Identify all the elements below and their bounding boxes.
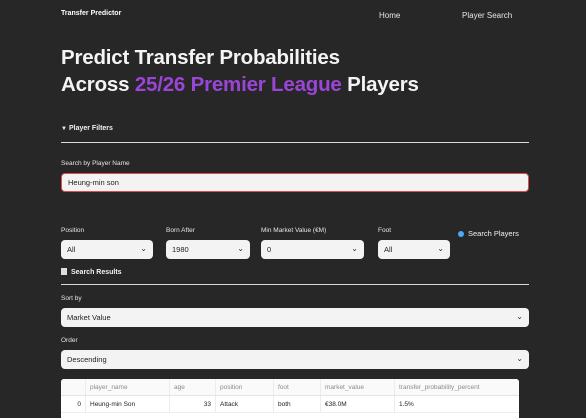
min-market-value-value: 0 (267, 245, 272, 254)
table-header: player_name age position foot market_val… (61, 379, 519, 396)
results-table[interactable]: player_name age position foot market_val… (61, 379, 519, 418)
cell-age: 33 (170, 396, 216, 412)
caret-down-icon: ▼ (61, 126, 67, 132)
page-title-line1: Predict Transfer Probabilities (61, 46, 340, 69)
chevron-down-icon: ⌄ (516, 312, 523, 321)
cell-position: Attack (216, 396, 274, 412)
chevron-down-icon: ⌄ (140, 244, 147, 253)
chevron-down-icon: ⌄ (351, 244, 358, 253)
sort-by-label: Sort by (61, 295, 82, 302)
player-filters-expander[interactable]: ▼ Player Filters (61, 125, 529, 143)
document-icon (61, 268, 67, 275)
search-results-heading: Search Results (61, 268, 529, 285)
chevron-down-icon: ⌄ (237, 244, 244, 253)
order-value: Descending (67, 355, 107, 364)
position-label: Position (61, 227, 85, 234)
player-name-input[interactable]: Heung-min son (61, 173, 529, 192)
foot-label: Foot (378, 227, 392, 234)
min-market-value-label: Min Market Value (€M) (261, 227, 327, 234)
position-select[interactable]: All ⌄ (61, 240, 153, 259)
born-after-input[interactable]: 1980 ⌄ (166, 240, 250, 259)
search-players-button[interactable]: Search Players (458, 229, 519, 238)
nav-home-link[interactable]: Home (379, 11, 400, 20)
order-select[interactable]: Descending ⌄ (61, 350, 529, 369)
column-header-position[interactable]: position (216, 379, 274, 395)
cell-player-name: Heung-min Son (86, 396, 170, 412)
order-label: Order (61, 337, 78, 344)
row-index: 0 (61, 396, 86, 412)
nav-player-search-link[interactable]: Player Search (462, 11, 512, 20)
app-brand: Transfer Predictor (61, 10, 122, 17)
chevron-down-icon: ⌄ (516, 354, 523, 363)
column-header-market-value[interactable]: market_value (321, 379, 395, 395)
cell-transfer-probability: 1.5% (399, 401, 414, 408)
chevron-down-icon: ⌄ (437, 244, 444, 253)
column-header-foot[interactable]: foot (274, 379, 321, 395)
page-title: Predict Transfer Probabilities Across 25… (61, 44, 419, 98)
position-value: All (67, 245, 76, 254)
expander-label: Player Filters (68, 125, 113, 132)
title-accent: 25/26 Premier League (134, 73, 342, 96)
sort-by-select[interactable]: Market Value ⌄ (61, 308, 529, 327)
column-header-age[interactable]: age (170, 379, 216, 395)
foot-value: All (384, 245, 393, 254)
search-players-label: Search Players (468, 229, 519, 238)
column-header-index[interactable] (61, 379, 86, 395)
page-title-line2: Across 25/26 Premier League Players (61, 71, 419, 98)
born-after-label: Born After (166, 227, 195, 234)
cell-foot: both (274, 396, 321, 412)
search-results-title: Search Results (71, 269, 122, 276)
born-after-value: 1980 (172, 245, 189, 254)
sort-by-value: Market Value (67, 313, 111, 322)
table-row[interactable]: 0 Heung-min Son 33 Attack both €38.0M 1.… (61, 396, 519, 413)
column-header-transfer-probability[interactable]: transfer_probability_percent (395, 379, 519, 395)
column-header-player-name[interactable]: player_name (86, 379, 170, 395)
min-market-value-input[interactable]: 0 ⌄ (261, 240, 364, 259)
foot-select[interactable]: All ⌄ (378, 240, 450, 259)
title-prefix: Across (61, 73, 135, 96)
search-icon (458, 230, 464, 237)
search-name-label: Search by Player Name (61, 160, 130, 167)
title-suffix: Players (341, 73, 419, 96)
cell-market-value: €38.0M (321, 396, 395, 412)
